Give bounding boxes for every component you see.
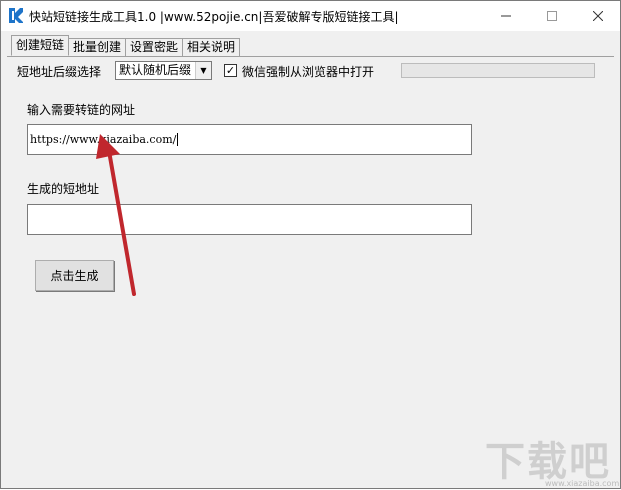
tab-create-short-link[interactable]: 创建短链 xyxy=(11,35,70,56)
watermark-url: www.xiazaiba.com xyxy=(545,479,620,488)
annotation-arrow-icon xyxy=(96,134,136,296)
app-window: 快站短链接生成工具1.0 |www.52pojie.cn|吾爱破解专版短链接工具… xyxy=(0,0,621,489)
